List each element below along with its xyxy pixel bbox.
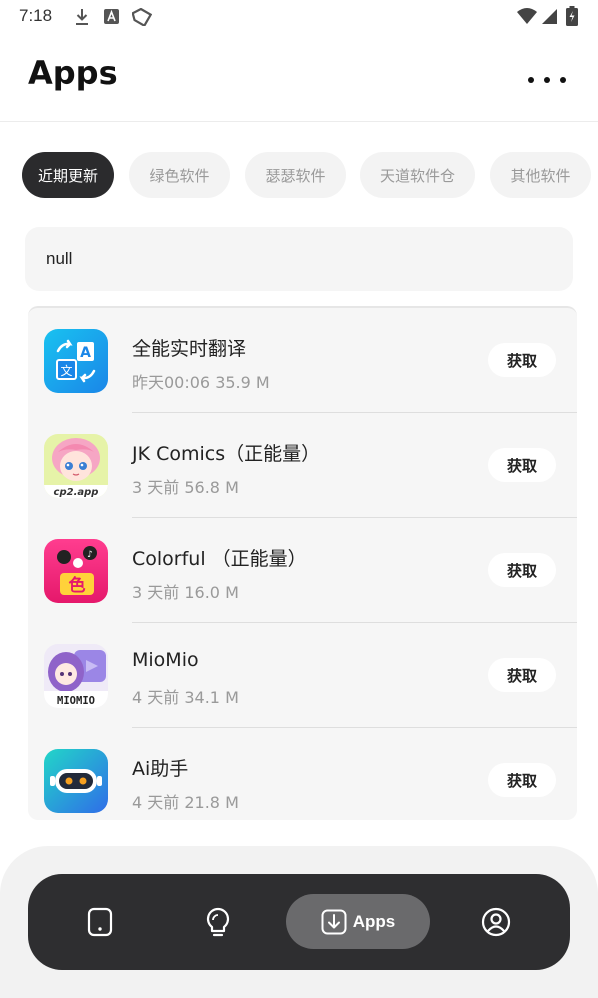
app-name: Ai助手	[132, 758, 189, 780]
svg-text:A: A	[80, 345, 91, 361]
lightbulb-icon	[206, 907, 230, 937]
status-time: 7:18	[19, 6, 53, 25]
page-title: Apps	[28, 54, 118, 92]
nav-apps[interactable]: Apps	[286, 894, 430, 949]
get-button[interactable]: 获取	[488, 343, 556, 377]
svg-text:色: 色	[69, 575, 86, 596]
get-button[interactable]: 获取	[488, 658, 556, 692]
profile-icon	[481, 907, 511, 937]
app-meta: 昨天00:06 35.9 M	[132, 373, 270, 392]
svg-text:文: 文	[60, 363, 72, 378]
ai-assistant-app-icon	[44, 749, 108, 813]
app-list: A 文 全能实时翻译 昨天00:06 35.9 M 获取 cp2.app JK …	[28, 306, 577, 820]
wifi-icon	[517, 8, 537, 24]
app-meta: 3 天前 56.8 M	[132, 478, 239, 497]
bottom-nav-container: Apps	[0, 846, 598, 998]
get-button[interactable]: 获取	[488, 448, 556, 482]
tab-other-software[interactable]: 其他软件	[490, 152, 591, 198]
colorful-app-icon: ♪ 色	[44, 539, 108, 603]
phone-icon	[87, 907, 113, 937]
list-item[interactable]: cp2.app JK Comics（正能量） 3 天前 56.8 M 获取	[28, 413, 577, 518]
get-button[interactable]: 获取	[488, 763, 556, 797]
more-dot-icon	[528, 77, 534, 83]
app-name: Colorful （正能量）	[132, 548, 307, 570]
list-item[interactable]: Ai助手 4 天前 21.8 M 获取	[28, 728, 577, 820]
svg-text:cp2.app: cp2.app	[54, 487, 99, 498]
app-name: MioMio	[132, 649, 199, 671]
app-meta: 4 天前 34.1 M	[132, 688, 239, 707]
svg-text:♪: ♪	[87, 550, 93, 560]
search-field[interactable]: null	[25, 227, 573, 291]
nav-ideas[interactable]	[188, 892, 248, 952]
list-item[interactable]: MIOMIO MioMio 4 天前 34.1 M 获取	[28, 623, 577, 728]
app-name: 全能实时翻译	[132, 338, 247, 360]
translate-app-icon: A 文	[44, 329, 108, 393]
more-options-button[interactable]	[528, 70, 566, 90]
header: Apps	[0, 34, 598, 122]
app-meta: 4 天前 21.8 M	[132, 793, 239, 812]
nav-profile[interactable]	[466, 892, 526, 952]
app-name: JK Comics（正能量）	[132, 443, 321, 465]
list-item[interactable]: A 文 全能实时翻译 昨天00:06 35.9 M 获取	[28, 308, 577, 413]
jk-comics-app-icon: cp2.app	[44, 434, 108, 498]
tab-tiandao-repo[interactable]: 天道软件仓	[360, 152, 475, 198]
tab-sese-software[interactable]: 瑟瑟软件	[245, 152, 346, 198]
tag-notification-icon	[132, 8, 152, 26]
get-button[interactable]: 获取	[488, 553, 556, 587]
miomio-app-icon: MIOMIO	[44, 644, 108, 708]
search-value: null	[46, 249, 73, 268]
download-notification-icon	[76, 9, 88, 25]
download-icon	[321, 909, 347, 934]
nav-apps-label: Apps	[352, 911, 396, 931]
nav-phone[interactable]	[70, 892, 130, 952]
bottom-nav: Apps	[28, 874, 570, 970]
signal-icon	[542, 9, 557, 24]
battery-icon	[566, 6, 578, 26]
tab-green-software[interactable]: 绿色软件	[129, 152, 230, 198]
list-item[interactable]: ♪ 色 Colorful （正能量） 3 天前 16.0 M 获取	[28, 518, 577, 623]
svg-text:MIOMIO: MIOMIO	[57, 695, 95, 707]
more-dot-icon	[544, 77, 550, 83]
more-dot-icon	[560, 77, 566, 83]
app-meta: 3 天前 16.0 M	[132, 583, 239, 602]
app-notification-icon	[104, 9, 119, 24]
category-tabs: 近期更新 绿色软件 瑟瑟软件 天道软件仓 其他软件	[0, 150, 598, 198]
status-bar: 7:18	[0, 0, 598, 34]
tab-recent-updates[interactable]: 近期更新	[22, 152, 114, 198]
